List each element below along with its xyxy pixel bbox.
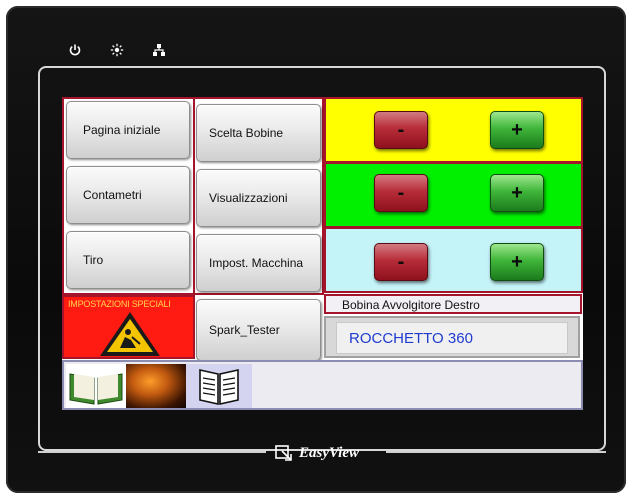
control-row-2: - + (324, 162, 583, 228)
open-book-icon[interactable] (66, 364, 126, 408)
scelta-bobine-label: Scelta Bobine (209, 126, 284, 140)
easyview-logo-text: EasyView (299, 444, 360, 461)
tiro-label: Tiro (83, 253, 104, 267)
bottom-bar (62, 360, 583, 410)
spark-tester-button[interactable]: Spark_Tester (196, 299, 321, 361)
contametri-button[interactable]: Contametri (66, 166, 190, 224)
control-row-1: - + (324, 97, 583, 163)
contametri-label: Contametri (83, 188, 142, 202)
logo-divider-right (386, 451, 606, 453)
spark-tester-label: Spark_Tester (209, 323, 280, 337)
impost-macchina-button[interactable]: Impost. Macchina (196, 234, 321, 292)
increase-button-3[interactable]: + (490, 243, 544, 281)
plus-label: + (511, 250, 523, 273)
minus-label: - (397, 118, 405, 141)
manual-book-icon[interactable] (186, 364, 252, 408)
minus-label: - (397, 181, 405, 204)
logo-divider-left (38, 451, 266, 453)
plus-label: + (511, 118, 523, 141)
easyview-logo: EasyView (275, 440, 375, 466)
visualizzazioni-label: Visualizzazioni (209, 191, 288, 205)
brightness-icon (110, 43, 124, 57)
control-row-3: - + (324, 227, 583, 293)
plus-label: + (511, 181, 523, 204)
decrease-button-3[interactable]: - (374, 243, 428, 281)
increase-button-2[interactable]: + (490, 174, 544, 212)
power-icon (68, 43, 82, 57)
impost-macchina-label: Impost. Macchina (209, 256, 304, 270)
rocchetto-value: ROCCHETTO 360 (336, 322, 568, 354)
decrease-button-1[interactable]: - (374, 111, 428, 149)
easyview-logo-icon (275, 445, 292, 461)
decrease-button-2[interactable]: - (374, 174, 428, 212)
network-icon (152, 43, 166, 57)
hmi-screen: Pagina iniziale Contametri Tiro Scelta B… (62, 97, 583, 410)
increase-button-1[interactable]: + (490, 111, 544, 149)
impostazioni-speciali-label: IMPOSTAZIONI SPECIALI (68, 299, 171, 309)
visualizzazioni-button[interactable]: Visualizzazioni (196, 169, 321, 227)
pagina-iniziale-label: Pagina iniziale (83, 123, 161, 137)
impostazioni-speciali-button[interactable]: IMPOSTAZIONI SPECIALI (62, 295, 195, 359)
scelta-bobine-button[interactable]: Scelta Bobine (196, 104, 321, 162)
warning-triangle-icon (100, 312, 160, 356)
fire-image-icon[interactable] (126, 364, 186, 408)
bobina-label: Bobina Avvolgitore Destro (324, 294, 582, 314)
pagina-iniziale-button[interactable]: Pagina iniziale (66, 101, 190, 159)
minus-label: - (397, 250, 405, 273)
tiro-button[interactable]: Tiro (66, 231, 190, 289)
rocchetto-display: ROCCHETTO 360 (324, 316, 580, 358)
